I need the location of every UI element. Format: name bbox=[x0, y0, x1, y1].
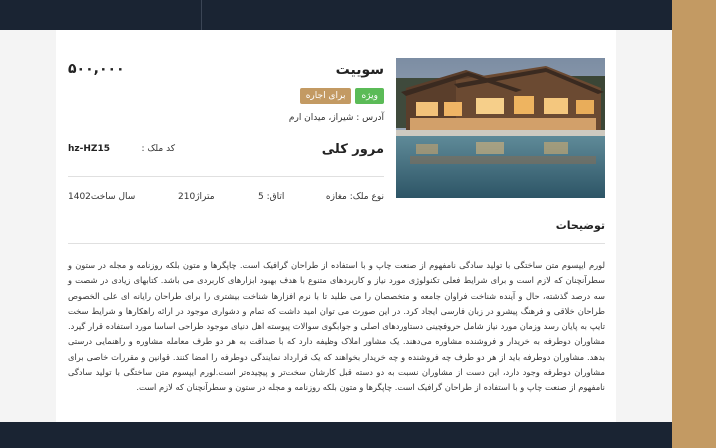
property-year-built: سال ساخت1402 bbox=[68, 192, 136, 202]
nav-divider bbox=[201, 0, 202, 30]
property-photo[interactable] bbox=[396, 58, 605, 198]
property-area: متراژ210 bbox=[178, 192, 215, 202]
property-price: ۵۰۰,۰۰۰ bbox=[68, 61, 125, 77]
property-code-label: کد ملک : bbox=[141, 144, 176, 154]
overview-divider bbox=[68, 176, 384, 177]
for-rent-badge: برای اجاره bbox=[299, 88, 352, 104]
property-address: آدرس : شیراز، میدان ارم bbox=[288, 113, 384, 123]
property-rooms: اتاق: 5 bbox=[258, 192, 285, 202]
overview-heading: مرور کلی bbox=[321, 142, 384, 157]
property-title: سوییت bbox=[335, 62, 384, 78]
description-heading: توضیحات bbox=[555, 219, 605, 232]
special-badge: ویژه bbox=[355, 88, 384, 104]
bottom-bar bbox=[0, 422, 672, 448]
property-code: کد ملک : hz-HZ15 bbox=[68, 144, 175, 154]
description-text: لورم ایپسوم متن ساختگی با تولید سادگی نا… bbox=[68, 260, 605, 393]
property-code-value: hz-HZ15 bbox=[68, 144, 110, 154]
right-side-strip bbox=[672, 0, 716, 448]
house-with-pool-image bbox=[396, 58, 605, 198]
badge-group: ویژه برای اجاره bbox=[299, 88, 384, 104]
top-navigation-bar bbox=[0, 0, 672, 30]
property-type: نوع ملک: مغازه bbox=[325, 192, 384, 202]
description-divider bbox=[68, 243, 605, 244]
